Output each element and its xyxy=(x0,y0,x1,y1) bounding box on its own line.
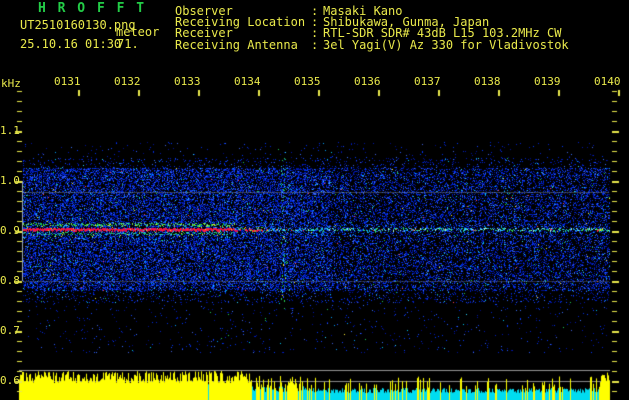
time-label: 0132 xyxy=(114,75,141,88)
app-title: H R O F F T xyxy=(38,1,147,16)
freq-label: 0.6 xyxy=(0,374,20,387)
freq-label: 1.1 xyxy=(0,124,20,137)
freq-label: 0.7 xyxy=(0,324,20,337)
time-label: 0136 xyxy=(354,75,381,88)
time-label: 0137 xyxy=(414,75,441,88)
counter-label: 71. xyxy=(117,37,139,51)
info-label-antenna: Receiving Antenna xyxy=(175,38,298,52)
info-value-antenna: 3el Yagi(V) Az 330 for Vladivostok xyxy=(323,38,569,52)
freq-label: 1.0 xyxy=(0,174,20,187)
freq-axis-unit: kHz xyxy=(1,77,21,90)
time-label: 0138 xyxy=(474,75,501,88)
time-label: 0139 xyxy=(534,75,561,88)
time-label: 0131 xyxy=(54,75,81,88)
freq-label: 0.8 xyxy=(0,274,20,287)
freq-label: 0.9 xyxy=(0,224,20,237)
time-label: 0140 xyxy=(594,75,621,88)
datetime-label: 25.10.16 01:30 xyxy=(20,37,122,51)
time-label: 0134 xyxy=(234,75,261,88)
time-label: 0133 xyxy=(174,75,201,88)
time-label: 0135 xyxy=(294,75,321,88)
info-colon: : xyxy=(311,38,319,52)
hrofft-screen: { "header": { "title": "H R O F F T", "f… xyxy=(0,0,629,400)
spectrogram-canvas xyxy=(0,0,629,400)
